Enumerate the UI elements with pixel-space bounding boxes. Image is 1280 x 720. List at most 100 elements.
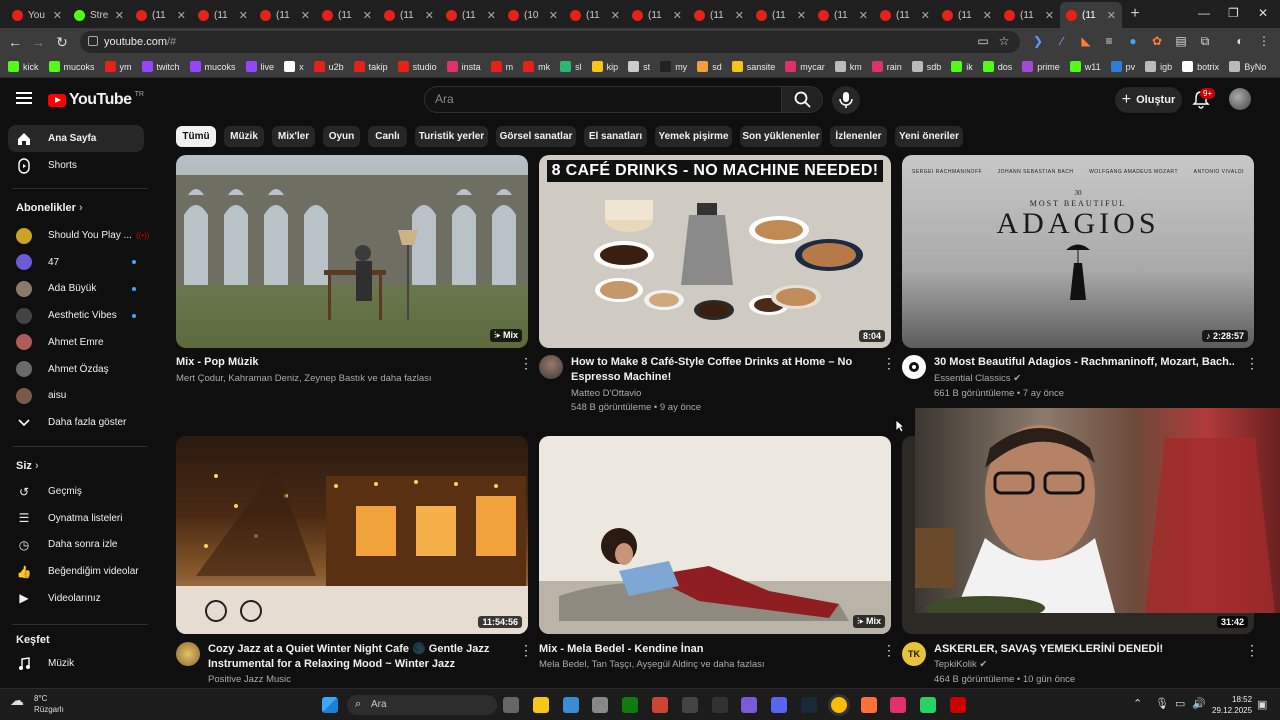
bookmark-item[interactable]: sd bbox=[697, 61, 722, 72]
video-title[interactable]: Mix - Pop Müzik bbox=[176, 355, 506, 370]
browser-tab[interactable]: (11 ✕ bbox=[998, 2, 1060, 28]
sidebar-item-subscription[interactable]: Ada Büyük bbox=[8, 275, 144, 302]
extension-icon[interactable]: ▤ bbox=[1173, 34, 1189, 48]
extension-icon[interactable]: ∕ bbox=[1054, 34, 1070, 48]
extension-icon[interactable]: ≡ bbox=[1101, 34, 1117, 48]
search-input[interactable]: Ara bbox=[424, 86, 782, 113]
sidebar-item-subscription[interactable]: 47 bbox=[8, 249, 144, 276]
browser-tab[interactable]: (11 ✕ bbox=[440, 2, 502, 28]
filter-chip[interactable]: Son yüklenenler bbox=[740, 126, 822, 147]
profile-icon[interactable]: ◐ bbox=[1232, 34, 1248, 48]
video-channels[interactable]: Mert Çodur, Kahraman Deniz, Zeynep Bastı… bbox=[176, 371, 432, 386]
close-tab-icon[interactable]: ✕ bbox=[1107, 9, 1116, 22]
sidebar-item-subscription[interactable]: Ahmet Özdaş bbox=[8, 356, 144, 383]
bookmark-item[interactable]: x bbox=[284, 61, 304, 72]
firefox-icon[interactable] bbox=[860, 697, 877, 713]
whatsapp-icon[interactable] bbox=[920, 697, 937, 713]
close-tab-icon[interactable]: ✕ bbox=[859, 9, 868, 22]
extension-icon[interactable]: ✿ bbox=[1149, 34, 1165, 48]
bookmark-item[interactable]: botrix bbox=[1182, 61, 1219, 72]
sidebar-item-music[interactable]: Müzik bbox=[8, 650, 144, 677]
app-icon[interactable] bbox=[652, 697, 668, 713]
video-thumbnail[interactable]: ⫶▸ Mix bbox=[176, 155, 528, 348]
filter-chip[interactable]: Yeni öneriler bbox=[895, 126, 963, 147]
close-tab-icon[interactable]: ✕ bbox=[53, 9, 62, 22]
search-button[interactable] bbox=[781, 86, 823, 113]
show-more-button[interactable]: Daha fazla göster bbox=[8, 409, 144, 436]
notification-center-icon[interactable]: ▣ bbox=[1257, 698, 1267, 711]
bookmark-item[interactable]: rain bbox=[871, 61, 902, 72]
volume-icon[interactable]: 🔊 bbox=[1192, 697, 1206, 710]
bookmark-item[interactable]: ym bbox=[104, 61, 132, 72]
browser-tab[interactable]: (11 ✕ bbox=[130, 2, 192, 28]
chevron-up-icon[interactable]: ⌃ bbox=[1133, 697, 1142, 710]
close-tab-icon[interactable]: ✕ bbox=[921, 9, 930, 22]
close-tab-icon[interactable]: ✕ bbox=[983, 9, 992, 22]
more-options-icon[interactable]: ⋮ bbox=[1245, 643, 1259, 657]
close-tab-icon[interactable]: ✕ bbox=[549, 9, 558, 22]
sidebar-item-shorts[interactable]: Shorts bbox=[8, 152, 144, 179]
video-thumbnail[interactable]: 11:54:56 bbox=[176, 436, 528, 634]
filter-chip[interactable]: Oyun bbox=[323, 126, 360, 147]
more-options-icon[interactable]: ⋮ bbox=[519, 356, 533, 370]
bookmark-item[interactable]: u2b bbox=[313, 61, 344, 72]
filter-chip[interactable]: Tümü bbox=[176, 126, 216, 147]
filter-chip[interactable]: El sanatları bbox=[584, 126, 647, 147]
bookmark-item[interactable]: sansite bbox=[731, 61, 775, 72]
bookmark-item[interactable]: studio bbox=[397, 61, 437, 72]
more-options-icon[interactable]: ⋮ bbox=[519, 643, 533, 657]
bookmark-item[interactable]: live bbox=[245, 61, 274, 72]
browser-tab[interactable]: (11 ✕ bbox=[378, 2, 440, 28]
bookmark-item[interactable]: my bbox=[660, 61, 687, 72]
browser-tab[interactable]: (11 ✕ bbox=[874, 2, 936, 28]
file-explorer-icon[interactable] bbox=[532, 697, 549, 713]
video-title[interactable]: Cozy Jazz at a Quiet Winter Night Cafe 🌑… bbox=[208, 642, 508, 672]
extension-icon[interactable]: ● bbox=[1125, 34, 1141, 48]
browser-tab[interactable]: (11 ✕ bbox=[192, 2, 254, 28]
channel-name[interactable]: Matteo D'Ottavio bbox=[571, 386, 641, 401]
close-tab-icon[interactable]: ✕ bbox=[1045, 9, 1054, 22]
close-tab-icon[interactable]: ✕ bbox=[673, 9, 682, 22]
close-tab-icon[interactable]: ✕ bbox=[735, 9, 744, 22]
close-tab-icon[interactable]: ✕ bbox=[611, 9, 620, 22]
reload-icon[interactable]: ↻ bbox=[50, 34, 74, 51]
bookmark-item[interactable]: m bbox=[490, 61, 513, 72]
more-options-icon[interactable]: ⋮ bbox=[882, 643, 896, 657]
sidebar-item-liked-videos[interactable]: 👍 Beğendiğim videolar bbox=[8, 558, 144, 585]
store-icon[interactable] bbox=[562, 697, 579, 713]
system-clock[interactable]: 18:52 29.12.2025 bbox=[1212, 694, 1252, 716]
bookmark-item[interactable]: ik bbox=[951, 61, 973, 72]
filter-chip[interactable]: Mix'ler bbox=[272, 126, 315, 147]
filter-chip[interactable]: Müzik bbox=[224, 126, 264, 147]
extension-icon[interactable]: ❯ bbox=[1030, 34, 1046, 48]
bookmark-item[interactable]: sdb bbox=[911, 61, 941, 72]
app-icon[interactable] bbox=[681, 697, 698, 713]
browser-menu-icon[interactable]: ⋮ bbox=[1256, 34, 1272, 48]
bookmark-item[interactable]: pv bbox=[1110, 61, 1135, 72]
more-options-icon[interactable]: ⋮ bbox=[1245, 356, 1259, 370]
chrome-icon[interactable] bbox=[830, 697, 847, 713]
address-bar[interactable]: youtube.com/# bbox=[80, 31, 1020, 53]
app-icon[interactable] bbox=[741, 697, 758, 713]
maximize-icon[interactable]: ❐ bbox=[1228, 6, 1239, 20]
channel-avatar[interactable]: TK bbox=[902, 642, 926, 666]
sidebar-item-subscription[interactable]: Ahmet Emre bbox=[8, 329, 144, 356]
bookmark-item[interactable]: sl bbox=[560, 61, 582, 72]
bookmark-item[interactable]: takip bbox=[353, 61, 388, 72]
close-tab-icon[interactable]: ✕ bbox=[239, 9, 248, 22]
filter-chip[interactable]: Turistik yerler bbox=[415, 126, 488, 147]
new-tab-button[interactable]: + bbox=[1122, 5, 1148, 23]
bookmark-item[interactable]: mk bbox=[523, 61, 550, 72]
video-title[interactable]: 30 Most Beautiful Adagios - Rachmaninoff… bbox=[934, 355, 1234, 370]
discord-icon[interactable] bbox=[771, 697, 788, 713]
windows-start-icon[interactable] bbox=[322, 697, 338, 713]
menu-icon[interactable] bbox=[16, 92, 32, 104]
filter-chip[interactable]: İzlenenler bbox=[830, 126, 887, 147]
browser-tab[interactable]: (11 ✕ bbox=[750, 2, 812, 28]
browser-tab[interactable]: (11 ✕ bbox=[1060, 2, 1122, 28]
steam-icon[interactable] bbox=[801, 697, 817, 713]
site-info-icon[interactable] bbox=[88, 36, 98, 46]
browser-tab[interactable]: (11 ✕ bbox=[316, 2, 378, 28]
sidebar-item-your-videos[interactable]: ▶ Videolarınız bbox=[8, 585, 144, 612]
extensions-puzzle-icon[interactable]: ⧉ bbox=[1197, 34, 1213, 49]
